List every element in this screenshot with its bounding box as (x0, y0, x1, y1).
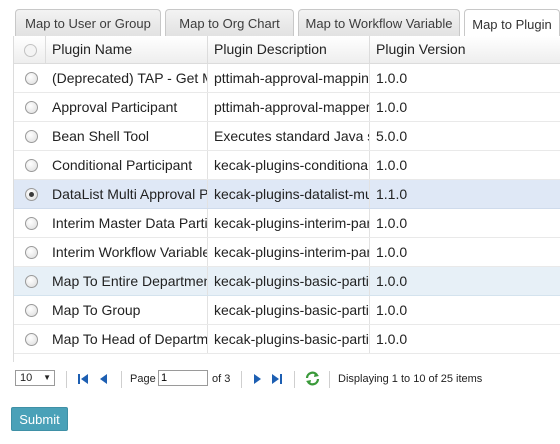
display-info: Displaying 1 to 10 of 25 items (338, 373, 483, 385)
plugin-version-cell: 1.1.0 (376, 186, 408, 202)
page-size-value: 10 (20, 372, 33, 384)
plugin-name-cell: Map To Entire Department (46, 267, 208, 295)
header-plugin-name[interactable]: Plugin Name (46, 36, 208, 64)
row-radio[interactable] (25, 188, 38, 201)
table-row[interactable]: Map To Entire Department kecak-plugins-b… (14, 267, 560, 296)
next-page-icon[interactable] (250, 372, 264, 386)
plugin-name-cell: (Deprecated) TAP - Get Ma (46, 64, 208, 92)
row-radio[interactable] (25, 275, 38, 288)
page-label: Page (130, 373, 156, 385)
table-row[interactable]: DataList Multi Approval Par kecak-plugin… (14, 180, 560, 209)
plugin-name-cell: Conditional Participant (46, 151, 208, 179)
plugin-description-cell: kecak-plugins-datalist-multi (208, 180, 370, 208)
tab-map-to-user-or-group[interactable]: Map to User or Group (15, 9, 161, 37)
header-radio-icon (24, 44, 37, 57)
tab-map-to-org-chart[interactable]: Map to Org Chart (165, 9, 294, 37)
table-row[interactable]: Interim Master Data Particip kecak-plugi… (14, 209, 560, 238)
row-radio[interactable] (25, 304, 38, 317)
table-row[interactable]: Interim Workflow Variable P kecak-plugin… (14, 238, 560, 267)
header-select-cell (14, 36, 46, 64)
pager-separator (294, 371, 295, 388)
chevron-down-icon: ▼ (43, 373, 51, 382)
refresh-icon[interactable] (304, 370, 321, 387)
table-row[interactable]: Map To Head of Departmen kecak-plugins-b… (14, 325, 560, 354)
page-size-select[interactable]: 10 ▼ (15, 370, 55, 386)
plugin-version-cell: 1.0.0 (376, 273, 408, 289)
page-number-input[interactable] (158, 370, 208, 386)
table-row[interactable]: Approval Participant pttimah-approval-ma… (14, 93, 560, 122)
plugin-version-cell: 1.0.0 (376, 157, 408, 173)
row-radio[interactable] (25, 217, 38, 230)
plugin-description-cell: kecak-plugins-interim-partic (208, 209, 370, 237)
plugin-name-cell: DataList Multi Approval Par (46, 180, 208, 208)
tab-bar: Map to User or Group Map to Org Chart Ma… (13, 9, 560, 38)
plugin-version-cell: 1.0.0 (376, 244, 408, 260)
plugin-description-cell: kecak-plugins-basic-particip (208, 296, 370, 324)
header-plugin-description[interactable]: Plugin Description (208, 36, 370, 64)
pager-separator (329, 371, 330, 388)
tab-map-to-plugin[interactable]: Map to Plugin (464, 9, 560, 38)
row-radio[interactable] (25, 130, 38, 143)
plugin-version-cell: 1.0.0 (376, 331, 408, 347)
submit-button[interactable]: Submit (11, 407, 68, 431)
pager-separator (241, 371, 242, 388)
plugin-version-cell: 1.0.0 (376, 70, 408, 86)
last-page-icon[interactable] (270, 372, 284, 386)
header-plugin-version[interactable]: Plugin Version (370, 36, 560, 64)
plugin-version-cell: 5.0.0 (376, 128, 408, 144)
plugin-description-cell: kecak-plugins-basic-particip (208, 325, 370, 353)
pager: 10 ▼ Page of 3 Displaying 1 to 10 of 25 … (13, 364, 560, 394)
plugin-name-cell: Bean Shell Tool (46, 122, 208, 150)
plugin-name-cell: Map To Group (46, 296, 208, 324)
row-radio[interactable] (25, 333, 38, 346)
grid-header: Plugin Name Plugin Description Plugin Ve… (14, 36, 560, 64)
plugin-name-cell: Approval Participant (46, 93, 208, 121)
table-row[interactable]: Bean Shell Tool Executes standard Java s… (14, 122, 560, 151)
first-page-icon[interactable] (76, 372, 90, 386)
tab-map-to-workflow-variable[interactable]: Map to Workflow Variable (298, 9, 460, 37)
plugin-description-cell: kecak-plugins-basic-particip (208, 267, 370, 295)
row-radio[interactable] (25, 72, 38, 85)
plugin-version-cell: 1.0.0 (376, 302, 408, 318)
table-row[interactable]: (Deprecated) TAP - Get Ma pttimah-approv… (14, 64, 560, 93)
plugin-description-cell: pttimah-approval-mapping (208, 64, 370, 92)
plugin-description-cell: kecak-plugins-interim-partic (208, 238, 370, 266)
table-row[interactable]: Conditional Participant kecak-plugins-co… (14, 151, 560, 180)
table-row[interactable]: Map To Group kecak-plugins-basic-partici… (14, 296, 560, 325)
row-radio[interactable] (25, 101, 38, 114)
plugin-grid: Plugin Name Plugin Description Plugin Ve… (13, 36, 560, 362)
row-radio[interactable] (25, 159, 38, 172)
row-radio[interactable] (25, 246, 38, 259)
plugin-name-cell: Interim Workflow Variable P (46, 238, 208, 266)
plugin-description-cell: pttimah-approval-mapper (208, 93, 370, 121)
previous-page-icon[interactable] (97, 372, 111, 386)
plugin-version-cell: 1.0.0 (376, 99, 408, 115)
page-count-label: of 3 (212, 373, 231, 385)
plugin-version-cell: 1.0.0 (376, 215, 408, 231)
pager-separator (66, 371, 67, 388)
plugin-name-cell: Interim Master Data Particip (46, 209, 208, 237)
pager-separator (121, 371, 122, 388)
plugin-description-cell: Executes standard Java sy (208, 122, 370, 150)
plugin-name-cell: Map To Head of Departmen (46, 325, 208, 353)
plugin-description-cell: kecak-plugins-conditional-p (208, 151, 370, 179)
